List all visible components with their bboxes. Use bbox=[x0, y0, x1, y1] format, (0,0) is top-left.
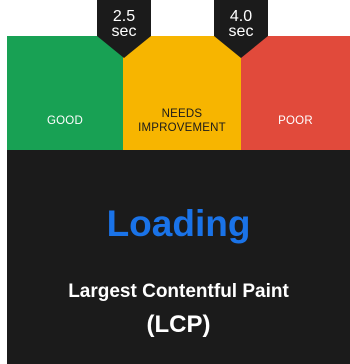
zone-needs-improvement-label-line1: NEEDS bbox=[161, 108, 203, 120]
zone-good: GOOD bbox=[7, 36, 123, 150]
zone-needs-improvement: NEEDS IMPROVEMENT bbox=[123, 36, 241, 150]
zone-good-label: GOOD bbox=[47, 115, 83, 127]
threshold-marker-good-unit: sec bbox=[111, 23, 137, 40]
threshold-marker-poor-value: 4.0 bbox=[229, 8, 253, 25]
lcp-threshold-gauge: GOOD NEEDS IMPROVEMENT POOR bbox=[7, 36, 350, 150]
threshold-marker-good-value: 2.5 bbox=[112, 8, 136, 25]
metric-name: Largest Contentful Paint bbox=[68, 281, 289, 302]
zone-poor-label: POOR bbox=[278, 115, 313, 127]
zone-needs-improvement-label-line2: IMPROVEMENT bbox=[138, 122, 226, 134]
metric-status: Loading bbox=[106, 203, 251, 244]
metric-abbreviation: (LCP) bbox=[146, 311, 211, 338]
zone-poor: POOR bbox=[241, 36, 350, 150]
threshold-marker-poor-unit: sec bbox=[228, 23, 254, 40]
zone-needs-improvement-label: NEEDS IMPROVEMENT bbox=[138, 107, 226, 150]
metric-panel: Loading Largest Contentful Paint (LCP) bbox=[7, 150, 350, 364]
